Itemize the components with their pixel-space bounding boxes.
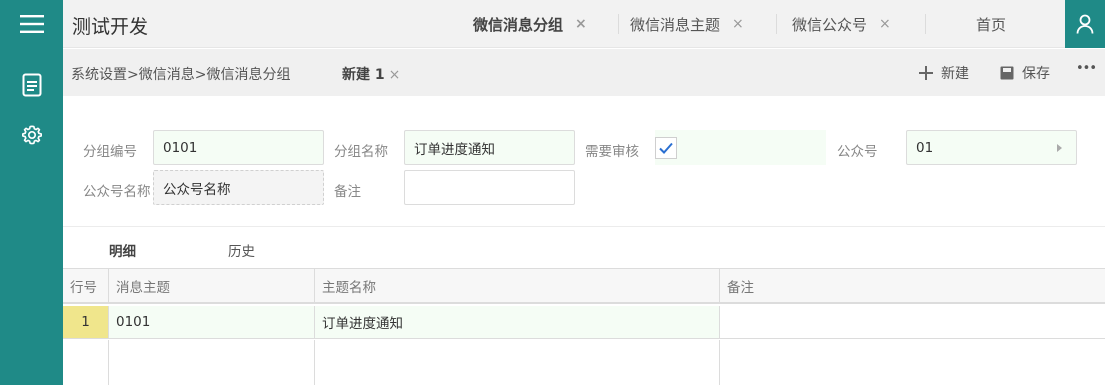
need-review-checkbox[interactable] bbox=[655, 136, 677, 159]
doc-tab-label: 新建 1 bbox=[342, 67, 385, 83]
close-icon[interactable]: × bbox=[389, 67, 401, 83]
remark-label: 备注 bbox=[334, 184, 361, 200]
group-name-input[interactable]: 订单进度通知 bbox=[404, 130, 575, 165]
column-header[interactable]: 备注 bbox=[720, 269, 1105, 304]
tab-label: 微信消息主题 bbox=[630, 15, 721, 34]
close-icon[interactable]: × bbox=[879, 16, 891, 32]
tab-label: 微信公众号 bbox=[792, 15, 868, 34]
new-button-label: 新建 bbox=[941, 66, 969, 82]
detail-grid: 行号 消息主题 主题名称 备注 1 0101 订单进度通知 bbox=[63, 268, 1105, 385]
group-code-label: 分组编号 bbox=[83, 144, 137, 160]
group-code-input[interactable]: 0101 bbox=[153, 130, 324, 165]
empty-row-area bbox=[109, 340, 315, 385]
tab-weixin-message-group[interactable]: 微信消息分组 × bbox=[473, 0, 587, 48]
table-cell[interactable]: 订单进度通知 bbox=[315, 306, 720, 339]
account-label: 公众号 bbox=[837, 144, 878, 160]
empty-row-area bbox=[315, 340, 720, 385]
section-divider bbox=[63, 226, 1105, 227]
column-header[interactable]: 消息主题 bbox=[109, 269, 315, 304]
tab-weixin-official-account[interactable]: 微信公众号 × bbox=[792, 0, 891, 48]
account-select[interactable]: 01 bbox=[906, 130, 1077, 165]
caret-right-icon bbox=[1057, 144, 1062, 152]
table-cell[interactable] bbox=[720, 306, 1105, 339]
gear-icon[interactable] bbox=[0, 115, 63, 155]
group-name-label: 分组名称 bbox=[334, 144, 388, 160]
save-icon bbox=[1000, 66, 1014, 80]
tab-home[interactable]: 首页 bbox=[976, 0, 1006, 48]
need-review-label: 需要审核 bbox=[585, 144, 639, 160]
remark-input[interactable] bbox=[404, 170, 575, 205]
menu-icon[interactable] bbox=[0, 0, 63, 48]
table-cell[interactable]: 0101 bbox=[109, 306, 315, 339]
doc-tab-new[interactable]: 新建 1 × bbox=[342, 64, 400, 84]
tab-history[interactable]: 历史 bbox=[228, 240, 255, 260]
check-icon bbox=[659, 142, 673, 154]
sub-toolbar: 系统设置>微信消息>微信消息分组 新建 1 × 新建 保存 ••• bbox=[63, 49, 1105, 96]
save-button-label: 保存 bbox=[1022, 66, 1050, 82]
tab-divider bbox=[776, 14, 777, 34]
account-select-value: 01 bbox=[916, 139, 934, 156]
tab-detail[interactable]: 明细 bbox=[109, 240, 136, 260]
column-header[interactable]: 行号 bbox=[63, 269, 109, 304]
plus-icon bbox=[919, 66, 933, 80]
account-name-label: 公众号名称 bbox=[83, 184, 151, 200]
tab-divider bbox=[925, 14, 926, 34]
empty-row-area bbox=[63, 340, 109, 385]
left-rail bbox=[0, 0, 63, 385]
tab-label: 微信消息分组 bbox=[473, 15, 564, 34]
new-button[interactable]: 新建 bbox=[919, 63, 969, 83]
column-header[interactable]: 主题名称 bbox=[315, 269, 720, 304]
more-icon[interactable]: ••• bbox=[1076, 61, 1097, 76]
account-name-readonly: 公众号名称 bbox=[153, 170, 324, 205]
tab-weixin-message-topic[interactable]: 微信消息主题 × bbox=[630, 0, 744, 48]
breadcrumb: 系统设置>微信消息>微信消息分组 bbox=[71, 67, 291, 83]
app-title: 测试开发 bbox=[72, 16, 149, 38]
need-review-field bbox=[655, 130, 826, 165]
top-header: 测试开发 微信消息分组 × 微信消息主题 × 微信公众号 × 首页 bbox=[63, 0, 1105, 48]
user-icon[interactable] bbox=[1065, 0, 1105, 48]
close-icon[interactable]: × bbox=[732, 16, 744, 32]
tab-label: 首页 bbox=[976, 15, 1007, 34]
row-number[interactable]: 1 bbox=[63, 306, 109, 339]
save-button[interactable]: 保存 bbox=[1000, 63, 1050, 83]
close-icon[interactable]: × bbox=[575, 16, 587, 32]
document-icon[interactable] bbox=[0, 65, 63, 105]
tab-divider bbox=[618, 14, 619, 34]
